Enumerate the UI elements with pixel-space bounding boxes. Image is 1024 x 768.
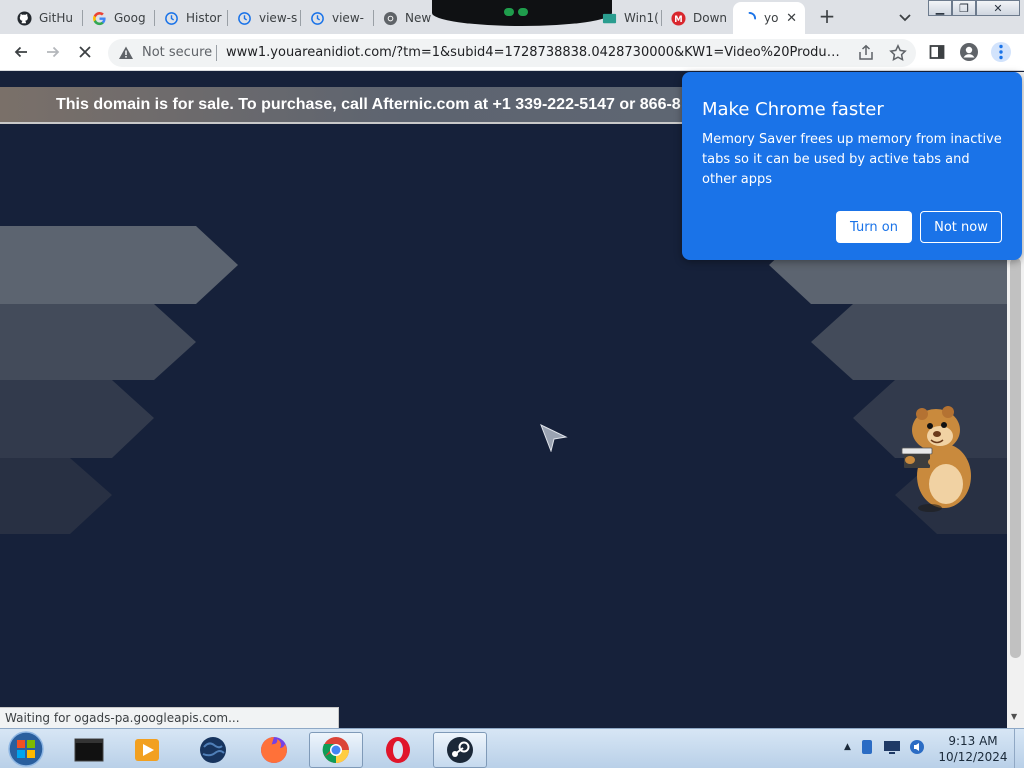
taskbar-media-player[interactable] xyxy=(120,732,174,768)
chrome-menu-icon[interactable] xyxy=(991,42,1011,62)
tray-overflow-icon[interactable]: ▲ xyxy=(844,742,851,752)
tab-history[interactable]: Histor xyxy=(155,4,227,32)
popup-body: Memory Saver frees up memory from inacti… xyxy=(702,132,1002,187)
github-icon xyxy=(17,10,32,26)
popup-title: Make Chrome faster xyxy=(702,99,884,120)
windows-taskbar: ▲ 9:13 AM 10/12/2024 xyxy=(0,728,1024,768)
history-icon xyxy=(164,11,179,26)
scroll-down-icon[interactable]: ▼ xyxy=(1011,712,1017,721)
media-player-icon xyxy=(135,739,159,761)
google-icon xyxy=(92,11,107,26)
firefox-icon xyxy=(261,737,287,763)
tab-title: view- xyxy=(332,11,364,25)
start-button[interactable] xyxy=(4,730,48,768)
network-icon[interactable] xyxy=(883,739,901,755)
tab-google[interactable]: Goog xyxy=(83,4,153,32)
tab-strip: GitHu Goog Histor view-s view- New Win1(… xyxy=(0,0,1024,34)
tab-title: Histor xyxy=(186,11,222,25)
close-window-button[interactable]: ✕ xyxy=(976,0,1020,16)
earth-icon xyxy=(200,737,226,763)
tab-title: Goog xyxy=(114,11,146,25)
bookmark-star-icon[interactable] xyxy=(888,43,908,63)
address-bar[interactable]: Not secure www1.youareanidiot.com/?tm=1&… xyxy=(108,39,916,67)
camera-notch xyxy=(432,0,612,26)
taskbar-opera[interactable] xyxy=(371,732,425,768)
turn-on-button[interactable]: Turn on xyxy=(836,211,912,243)
history-icon xyxy=(310,11,325,26)
tray-app-icon[interactable] xyxy=(859,739,875,755)
tab-new-tab[interactable]: New xyxy=(374,4,438,32)
clock-time: 9:13 AM xyxy=(948,734,998,748)
tab-search-icon[interactable] xyxy=(896,8,914,26)
history-icon xyxy=(237,11,252,26)
share-icon[interactable] xyxy=(856,43,876,63)
tab-title: view-s xyxy=(259,11,298,25)
not-now-button[interactable]: Not now xyxy=(920,211,1002,243)
clock-date: 10/12/2024 xyxy=(938,750,1008,764)
maximize-button[interactable]: ❐ xyxy=(952,0,976,16)
side-panel-icon[interactable] xyxy=(927,42,947,62)
mouse-cursor-icon xyxy=(540,424,568,452)
memory-saver-popup: Make Chrome faster Memory Saver frees up… xyxy=(682,72,1022,260)
status-bubble: Waiting for ogads-pa.googleapis.com... xyxy=(0,707,339,728)
tab-view-source-1[interactable]: view-s xyxy=(228,4,300,32)
loading-spinner-icon xyxy=(742,11,757,26)
system-clock[interactable]: 9:13 AM 10/12/2024 xyxy=(936,733,1010,765)
tab-github[interactable]: GitHu xyxy=(8,4,81,32)
tab-title: Down xyxy=(693,11,728,25)
window-icon xyxy=(602,11,617,26)
opera-icon xyxy=(386,737,410,763)
forward-icon[interactable] xyxy=(43,42,63,62)
tab-youareanidiot[interactable]: yo ✕ xyxy=(733,2,805,34)
tab-download[interactable]: M Down xyxy=(662,4,730,32)
warning-icon[interactable] xyxy=(118,45,134,65)
scrollbar-thumb[interactable] xyxy=(1010,258,1021,658)
chrome-icon xyxy=(383,11,398,26)
tab-view-source-2[interactable]: view- xyxy=(301,4,373,32)
left-arrow-shapes xyxy=(0,226,238,534)
taskbar-chrome[interactable] xyxy=(309,732,363,768)
svg-text:M: M xyxy=(674,13,682,23)
taskbar-steam[interactable] xyxy=(433,732,487,768)
mega-icon: M xyxy=(671,10,686,26)
browser-toolbar: Not secure www1.youareanidiot.com/?tm=1&… xyxy=(0,34,1024,71)
tab-title: yo xyxy=(764,11,779,25)
sale-banner-text: This domain is for sale. To purchase, ca… xyxy=(56,96,681,113)
tab-title: GitHu xyxy=(39,11,73,25)
taskbar-firefox[interactable] xyxy=(247,732,301,768)
volume-icon[interactable] xyxy=(909,739,925,755)
show-desktop-button[interactable] xyxy=(1014,729,1024,768)
tab-title: New xyxy=(405,11,432,25)
profile-avatar-icon[interactable] xyxy=(959,42,979,62)
taskbar-terminal[interactable] xyxy=(62,732,116,768)
tab-win10[interactable]: Win1( xyxy=(593,4,661,32)
omnibox-separator xyxy=(216,45,217,61)
system-tray: ▲ xyxy=(844,739,925,755)
close-tab-icon[interactable]: ✕ xyxy=(786,11,797,26)
new-tab-button[interactable]: + xyxy=(816,6,838,28)
screen: GitHu Goog Histor view-s view- New Win1(… xyxy=(0,0,1024,768)
tab-title: Win1( xyxy=(624,11,659,25)
steam-icon xyxy=(447,737,473,763)
terminal-icon xyxy=(74,738,104,762)
hamster-image xyxy=(901,406,971,512)
chrome-icon xyxy=(322,737,349,764)
url-text[interactable]: www1.youareanidiot.com/?tm=1&subid4=1728… xyxy=(226,45,846,60)
security-label[interactable]: Not secure xyxy=(142,45,212,60)
back-icon[interactable] xyxy=(11,42,31,62)
minimize-button[interactable]: ▁ xyxy=(928,0,952,16)
stop-loading-icon[interactable] xyxy=(75,42,95,62)
taskbar-earth[interactable] xyxy=(186,732,240,768)
